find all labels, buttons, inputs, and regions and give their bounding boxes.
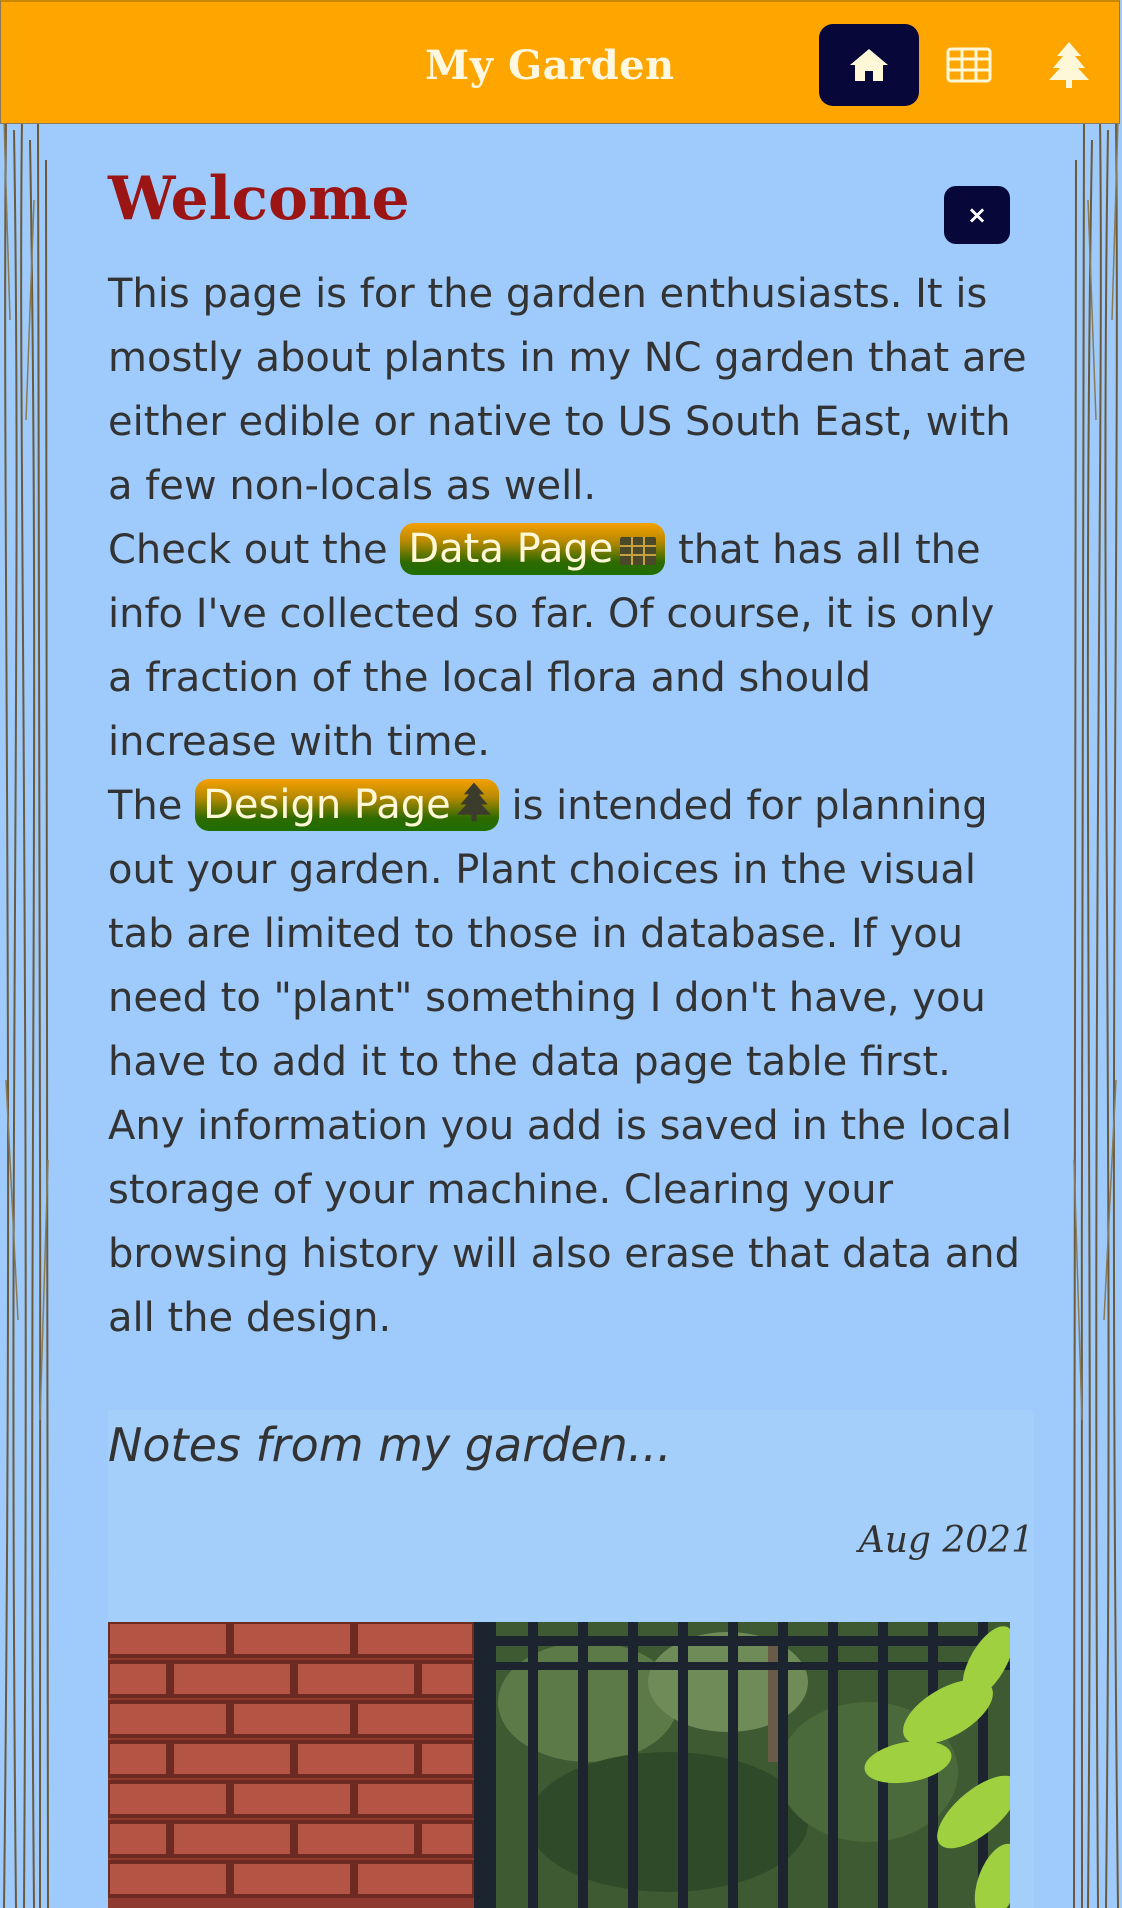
data-page-link[interactable]: Data Page bbox=[400, 523, 666, 575]
close-button[interactable]: × bbox=[944, 186, 1010, 244]
intro-paragraph: This page is for the garden enthusiasts.… bbox=[108, 271, 1027, 509]
nav-design-button[interactable] bbox=[1019, 24, 1119, 106]
notes-section: Notes from my garden... Aug 2021 bbox=[108, 1410, 1034, 1908]
table-icon bbox=[946, 47, 992, 83]
page: My Garden Welcome × This page is for the… bbox=[0, 0, 1122, 1908]
notes-date: Aug 2021 bbox=[858, 1520, 1034, 1561]
top-navbar: My Garden bbox=[0, 0, 1120, 124]
design-page-text-before: The bbox=[108, 783, 196, 829]
welcome-title: Welcome bbox=[108, 164, 410, 234]
tree-icon bbox=[456, 782, 491, 822]
design-page-text-after: is intended for planning out your garden… bbox=[108, 783, 1021, 1341]
notes-title: Notes from my garden... bbox=[108, 1418, 672, 1472]
welcome-text: This page is for the garden enthusiasts.… bbox=[108, 262, 1028, 1350]
design-page-link[interactable]: Design Page bbox=[195, 779, 499, 831]
garden-photo bbox=[108, 1622, 1010, 1908]
design-page-link-label: Design Page bbox=[203, 782, 451, 828]
table-icon bbox=[620, 537, 657, 565]
nav-home-button[interactable] bbox=[819, 24, 919, 106]
welcome-panel: Welcome × This page is for the garden en… bbox=[0, 124, 1122, 1364]
design-page-paragraph: The Design Page is intended for planning… bbox=[108, 774, 1028, 1350]
nav-data-button[interactable] bbox=[919, 24, 1019, 106]
app-title: My Garden bbox=[425, 42, 675, 89]
data-page-link-label: Data Page bbox=[408, 526, 614, 572]
home-icon bbox=[850, 49, 888, 81]
data-page-paragraph: Check out the Data Page that has all the… bbox=[108, 518, 1028, 774]
data-page-text-before: Check out the bbox=[108, 527, 401, 573]
tree-icon bbox=[1049, 42, 1089, 88]
